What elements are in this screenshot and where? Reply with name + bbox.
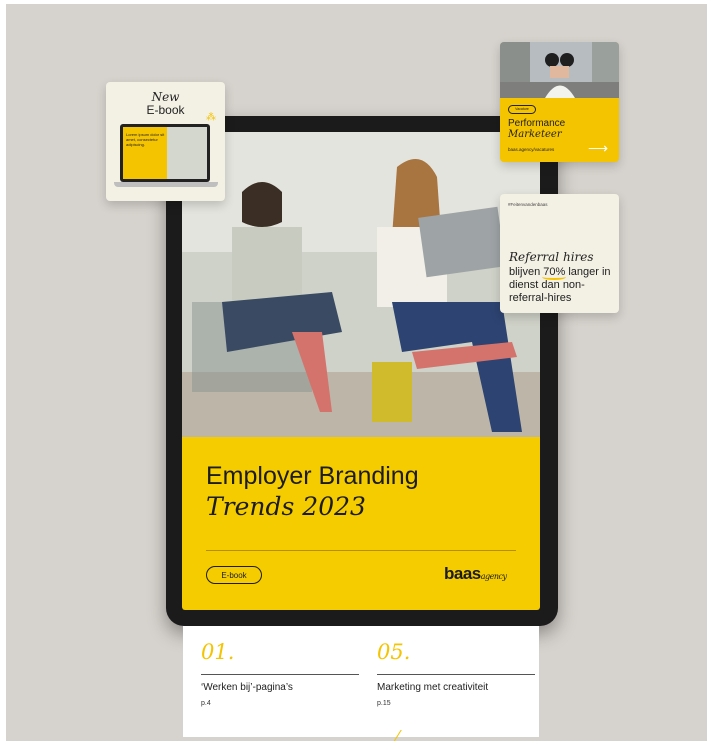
ebook-pill: E-book bbox=[206, 566, 262, 584]
laptop-screen: Lorem ipsum dolor sit amet, consectetur … bbox=[123, 127, 207, 179]
vacancy-url: baas.agency/vacatures bbox=[508, 147, 555, 152]
vacancy-pill: Vacature bbox=[508, 105, 536, 114]
laptop-screen-photo bbox=[167, 127, 207, 179]
vacancy-card: Vacature Performance Marketeer baas.agen… bbox=[500, 42, 619, 162]
ebook-card-new: New bbox=[151, 90, 180, 104]
index-label: Marketing met creativiteit bbox=[377, 682, 489, 693]
index-sheet: 01. ‘Werken bij’-pagina’s p.4 05. Market… bbox=[183, 626, 539, 745]
vacancy-subtitle: Marketeer bbox=[508, 129, 562, 140]
cover-title: Employer Branding bbox=[206, 462, 419, 490]
decorative-curl: ⁄ bbox=[397, 728, 400, 745]
index-number: 05. bbox=[377, 640, 411, 664]
cover-subtitle: Trends 2023 bbox=[206, 492, 366, 521]
laptop-screen-text: Lorem ipsum dolor sit amet, consectetur … bbox=[126, 132, 165, 147]
cover-photo bbox=[182, 132, 540, 437]
arrow-right-icon: ⟶ bbox=[588, 140, 609, 156]
hashtag: #Feitenvandenbaas bbox=[508, 202, 548, 207]
divider bbox=[206, 550, 516, 551]
vacancy-photo bbox=[500, 42, 619, 98]
sparkle-icon: ⁂ bbox=[206, 112, 216, 123]
index-rule bbox=[201, 674, 359, 675]
vacancy-title: Performance bbox=[508, 118, 566, 129]
index-page: p.15 bbox=[377, 700, 391, 707]
laptop-icon: Lorem ipsum dolor sit amet, consectetur … bbox=[120, 124, 210, 182]
index-page: p.4 bbox=[201, 700, 211, 707]
index-rule bbox=[377, 674, 535, 675]
index-label: ‘Werken bij’-pagina’s bbox=[201, 682, 293, 693]
ebook-card: New E-book ⁂ Lorem ipsum dolor sit amet,… bbox=[106, 82, 225, 201]
highlight-number: 70% bbox=[542, 266, 567, 280]
laptop-base bbox=[114, 182, 218, 187]
ebook-cover: Employer Branding Trends 2023 E-book baa… bbox=[182, 132, 540, 610]
referral-body: blijven 70% langer in dienst dan non-ref… bbox=[509, 266, 611, 304]
referral-headline: Referral hires bbox=[509, 250, 594, 264]
index-number: 01. bbox=[201, 640, 235, 664]
brand-logo: baasagency bbox=[444, 564, 507, 583]
referral-card: #Feitenvandenbaas Referral hires blijven… bbox=[500, 194, 619, 313]
